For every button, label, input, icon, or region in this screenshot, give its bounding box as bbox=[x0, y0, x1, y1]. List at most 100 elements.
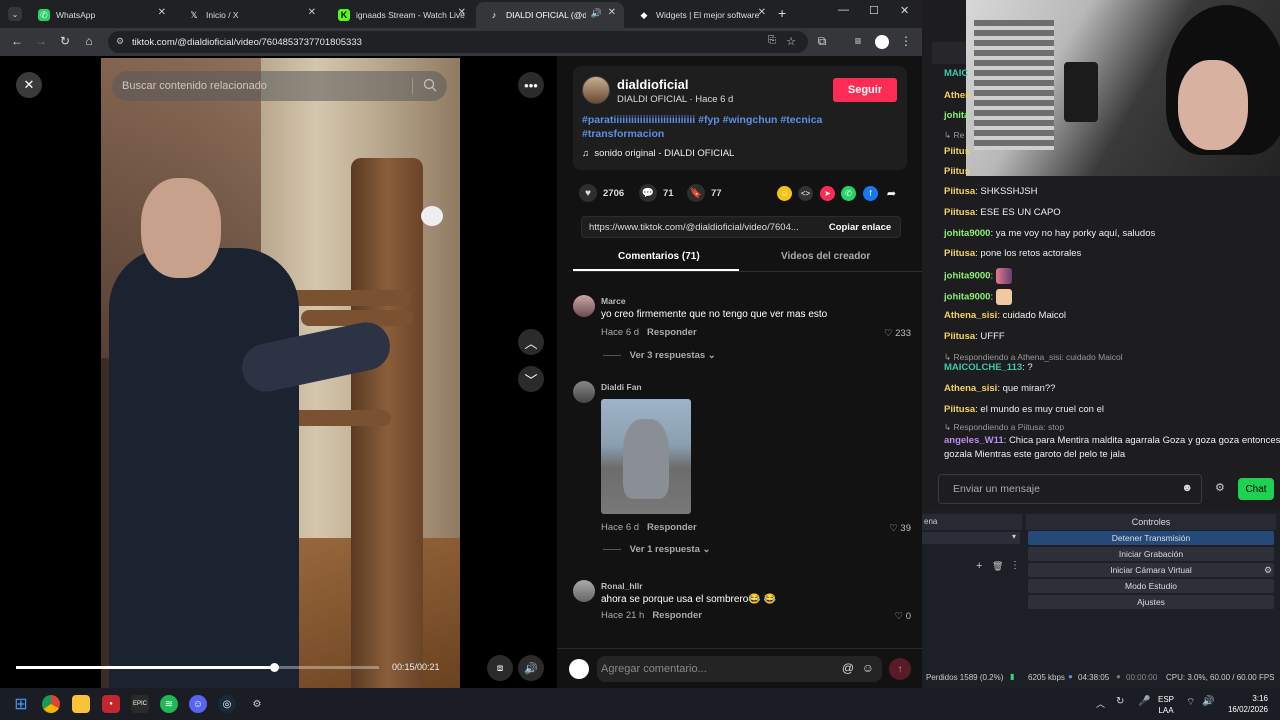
post-comment-button[interactable]: ↑ bbox=[889, 658, 911, 680]
emote-picker-icon[interactable]: ☻ bbox=[1181, 482, 1193, 494]
spotify-icon[interactable]: ≋ bbox=[160, 695, 178, 713]
chat-settings-gear-icon[interactable]: ⚙ bbox=[1215, 481, 1225, 494]
maximize-icon[interactable]: ☐ bbox=[869, 4, 879, 17]
obs-dropdown[interactable]: ▾ bbox=[922, 532, 1020, 544]
chat-username[interactable]: johita9000 bbox=[944, 228, 990, 239]
view-replies-button[interactable]: Ver 1 respuesta ⌄ bbox=[603, 544, 711, 555]
send-icon[interactable]: ➤ bbox=[820, 186, 835, 201]
discord-icon[interactable]: ☺ bbox=[189, 695, 207, 713]
commenter-name[interactable]: Ronal_hllr bbox=[601, 581, 643, 591]
tab-tiktok[interactable]: ♪ DIALDI OFICIAL (@dialdi 🔊 ✕ bbox=[476, 2, 624, 28]
speaker-icon[interactable]: 🔊 bbox=[591, 8, 602, 19]
comment-like[interactable]: ♡ 39 bbox=[889, 523, 911, 534]
chat-username[interactable]: Piitusa bbox=[944, 207, 975, 218]
next-video-button[interactable]: ﹀ bbox=[518, 366, 544, 392]
commenter-name[interactable]: Marce bbox=[601, 296, 626, 306]
tray-chevron-icon[interactable]: ︿ bbox=[1096, 697, 1105, 710]
reply-button[interactable]: Responder bbox=[647, 522, 697, 533]
tab-search-chevron-icon[interactable]: ⌄ bbox=[8, 7, 22, 21]
chat-username[interactable]: Athena_sisi bbox=[944, 310, 997, 321]
video-progress-knob[interactable] bbox=[269, 663, 279, 672]
video-caption[interactable]: #paratiiiiiiiiiiiiiiiiiiiiiiiiiiii #fyp … bbox=[582, 113, 842, 141]
reply-button[interactable]: Responder bbox=[647, 327, 697, 338]
more-options-button[interactable]: ••• bbox=[518, 72, 544, 98]
share-arrow-icon[interactable]: ➦ bbox=[884, 186, 899, 201]
chat-username[interactable]: angeles_W11 bbox=[944, 435, 1004, 446]
emoji-icon[interactable]: ☺ bbox=[862, 661, 874, 675]
save-button[interactable]: 🔖 77 bbox=[687, 184, 722, 202]
forward-icon[interactable]: → bbox=[33, 34, 49, 48]
reply-button[interactable]: Responder bbox=[652, 610, 702, 621]
extensions-icon[interactable]: ⧉ bbox=[814, 34, 830, 49]
chat-username[interactable]: Athen bbox=[944, 90, 971, 101]
new-tab-icon[interactable]: + bbox=[778, 5, 786, 21]
chat-username[interactable]: Piitusa bbox=[944, 248, 975, 259]
comment-image[interactable] bbox=[601, 399, 691, 514]
file-explorer-icon[interactable] bbox=[72, 695, 90, 713]
sound-link[interactable]: ♫ sonido original - DIALDI OFICIAL bbox=[582, 148, 734, 159]
close-tab-icon[interactable]: ✕ bbox=[608, 7, 616, 18]
previous-video-button[interactable]: ︿ bbox=[518, 329, 544, 355]
chat-username[interactable]: johita bbox=[944, 110, 969, 121]
language-indicator[interactable]: ESP LAA bbox=[1158, 694, 1174, 716]
bookmark-star-icon[interactable]: ☆ bbox=[786, 35, 796, 48]
start-recording-button[interactable]: Iniciar Grabación bbox=[1028, 547, 1274, 561]
close-tab-icon[interactable]: ✕ bbox=[308, 7, 316, 18]
volume-button[interactable]: 🔊 bbox=[518, 655, 544, 681]
stop-streaming-button[interactable]: Detener Transmisión bbox=[1028, 531, 1274, 545]
studio-mode-button[interactable]: Modo Estudio bbox=[1028, 579, 1274, 593]
tab-kick[interactable]: K ignaads Stream - Watch Live ✕ bbox=[326, 2, 474, 28]
site-info-icon[interactable]: ⚙ bbox=[116, 36, 124, 47]
follow-button[interactable]: Seguir bbox=[833, 78, 897, 102]
close-tab-icon[interactable]: ✕ bbox=[458, 7, 466, 18]
add-source-icon[interactable]: + bbox=[976, 560, 982, 572]
share-link-text[interactable]: https://www.tiktok.com/@dialdioficial/vi… bbox=[589, 222, 814, 233]
epic-games-icon[interactable]: EPIC bbox=[131, 695, 149, 713]
facebook-share-icon[interactable]: f bbox=[863, 186, 878, 201]
view-replies-button[interactable]: Ver 3 respuestas ⌄ bbox=[603, 350, 716, 361]
commenter-name[interactable]: Dialdi Fan bbox=[601, 382, 642, 392]
start-virtual-camera-button[interactable]: Iniciar Cámara Virtual bbox=[1028, 563, 1274, 577]
windows-start-icon[interactable]: ⊞ bbox=[12, 695, 30, 713]
video-player[interactable] bbox=[101, 58, 460, 688]
obs-studio-icon[interactable]: ● bbox=[102, 695, 120, 713]
like-button[interactable]: ♥ 2706 bbox=[579, 184, 624, 202]
close-window-icon[interactable]: ✕ bbox=[900, 4, 909, 17]
video-progress-bar[interactable] bbox=[16, 663, 379, 672]
embed-code-icon[interactable]: <> bbox=[798, 186, 813, 201]
steam-icon[interactable]: ◎ bbox=[218, 695, 236, 713]
app-icon[interactable]: ⚙ bbox=[248, 695, 266, 713]
commenter-avatar[interactable] bbox=[573, 295, 595, 317]
profile-avatar[interactable] bbox=[875, 35, 889, 49]
comment-like[interactable]: ♡ 0 bbox=[895, 611, 911, 622]
home-icon[interactable]: ⌂ bbox=[81, 34, 97, 48]
source-menu-icon[interactable]: ⋮ bbox=[1010, 560, 1020, 571]
chat-username[interactable]: MAICOLCHE_113 bbox=[944, 362, 1022, 373]
chat-username[interactable]: Piitus bbox=[944, 146, 970, 157]
commenter-avatar[interactable] bbox=[573, 580, 595, 602]
chat-message-input[interactable]: Enviar un mensaje ☻ bbox=[938, 474, 1202, 504]
commenter-avatar[interactable] bbox=[573, 381, 595, 403]
back-icon[interactable]: ← bbox=[9, 34, 25, 48]
media-controls-icon[interactable]: ≡ bbox=[850, 34, 866, 48]
author-name[interactable]: dialdioficial bbox=[617, 77, 689, 92]
close-video-button[interactable]: ✕ bbox=[16, 72, 42, 98]
share-friends-icon[interactable]: ☺ bbox=[777, 186, 792, 201]
chat-username[interactable]: Piitusa bbox=[944, 404, 975, 415]
close-tab-icon[interactable]: ✕ bbox=[158, 7, 166, 18]
settings-button[interactable]: Ajustes bbox=[1028, 595, 1274, 609]
wifi-icon[interactable]: ⌔ bbox=[1186, 696, 1195, 709]
close-tab-icon[interactable]: ✕ bbox=[758, 7, 766, 18]
chat-username[interactable]: MAIC bbox=[944, 68, 968, 79]
chrome-icon[interactable] bbox=[42, 695, 60, 713]
whatsapp-share-icon[interactable]: ✆ bbox=[841, 186, 856, 201]
copy-link-button[interactable]: Copiar enlace bbox=[818, 217, 902, 237]
tab-creator-videos[interactable]: Videos del creador bbox=[781, 251, 870, 262]
microphone-icon[interactable]: 🎤 bbox=[1138, 696, 1150, 707]
comment-button[interactable]: 💬 71 bbox=[639, 184, 674, 202]
reload-icon[interactable]: ↻ bbox=[57, 34, 73, 48]
search-icon[interactable] bbox=[423, 78, 437, 92]
tab-comments[interactable]: Comentarios (71) bbox=[618, 251, 700, 262]
chat-send-button[interactable]: Chat bbox=[1238, 478, 1274, 500]
delete-source-icon[interactable]: 🗑 bbox=[992, 561, 1003, 572]
